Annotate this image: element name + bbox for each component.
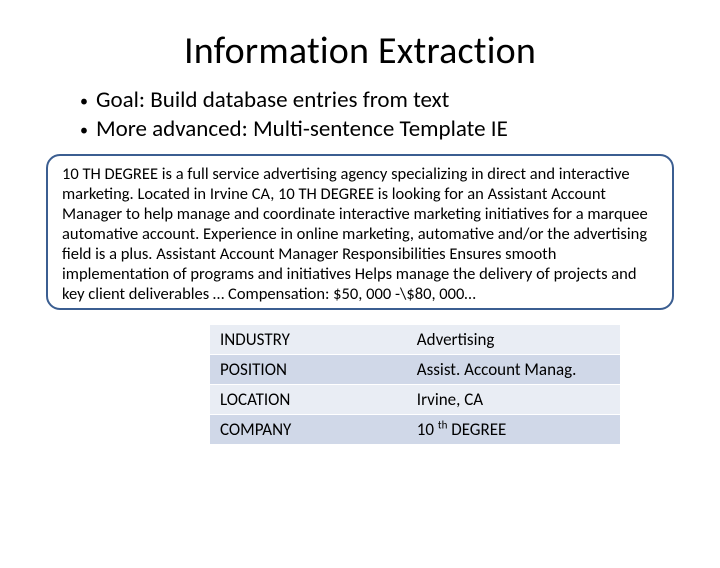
bullet-text: Goal: Build database entries from text: [96, 86, 449, 115]
bullet-list: • Goal: Build database entries from text…: [80, 86, 680, 144]
table-key: LOCATION: [210, 385, 407, 415]
bullet-dot-icon: •: [80, 92, 88, 112]
table-value: Irvine, CA: [407, 385, 620, 415]
table-key: COMPANY: [210, 415, 407, 445]
bullet-dot-icon: •: [80, 121, 88, 141]
table-key: INDUSTRY: [210, 325, 407, 355]
example-text-box: 10 TH DEGREE is a full service advertisi…: [46, 154, 674, 311]
table-value: Assist. Account Manag.: [407, 355, 620, 385]
extraction-table: INDUSTRY Advertising POSITION Assist. Ac…: [210, 324, 620, 445]
slide-title: Information Extraction: [40, 28, 680, 74]
table-value: 10 th DEGREE: [407, 415, 620, 445]
table-row: COMPANY 10 th DEGREE: [210, 415, 620, 445]
table-value: Advertising: [407, 325, 620, 355]
bullet-item: • More advanced: Multi-sentence Template…: [80, 115, 680, 144]
table-row: POSITION Assist. Account Manag.: [210, 355, 620, 385]
table-row: INDUSTRY Advertising: [210, 325, 620, 355]
bullet-text: More advanced: Multi-sentence Template I…: [96, 115, 508, 144]
table-row: LOCATION Irvine, CA: [210, 385, 620, 415]
bullet-item: • Goal: Build database entries from text: [80, 86, 680, 115]
table-key: POSITION: [210, 355, 407, 385]
